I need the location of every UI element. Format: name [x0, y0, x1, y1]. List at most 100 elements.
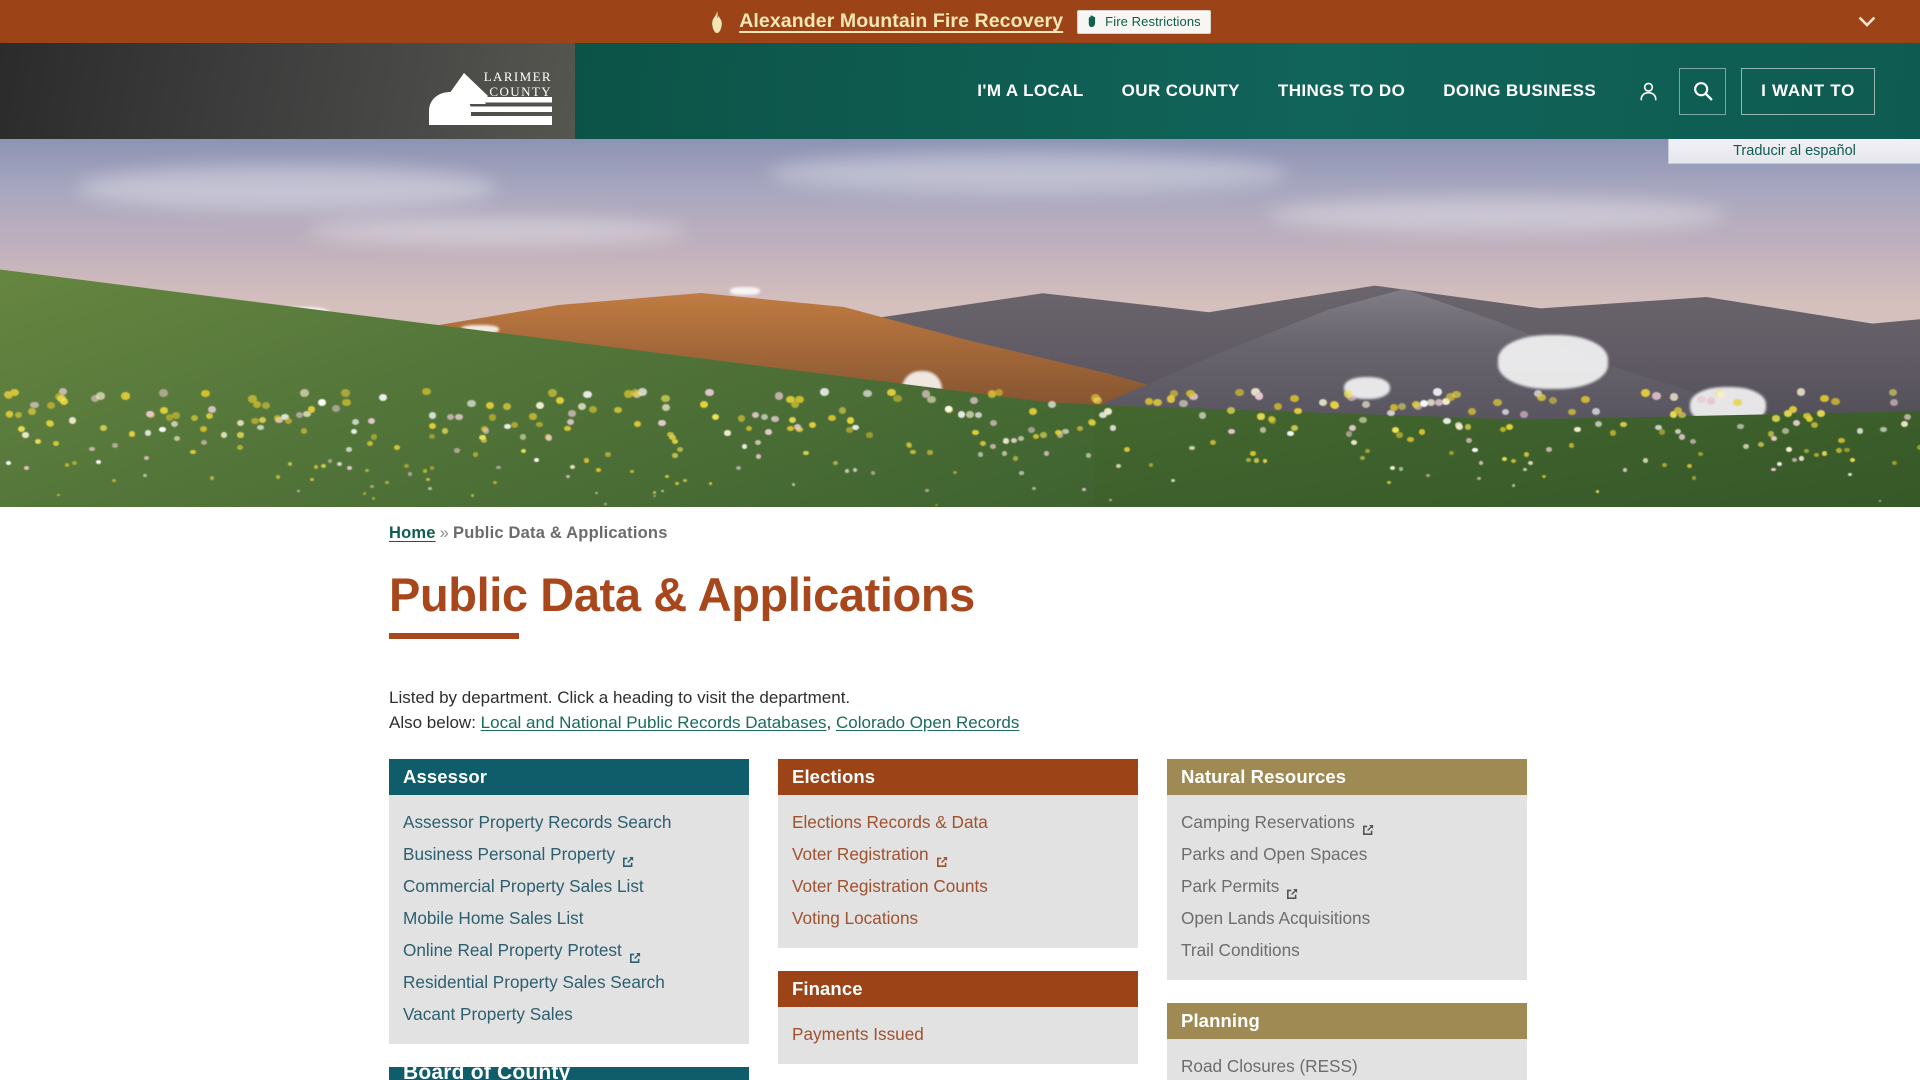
external-link-icon [1361, 815, 1375, 836]
wildflower [1643, 458, 1648, 463]
nav-item-our-county[interactable]: OUR COUNTY [1103, 81, 1259, 101]
wildflower [1234, 388, 1244, 397]
wildflower [172, 412, 180, 419]
card-link-vacant-property-sales[interactable]: Vacant Property Sales [403, 998, 735, 1030]
wildflower [89, 446, 95, 452]
wildflower [1227, 407, 1236, 414]
wildflower [1678, 411, 1686, 419]
wildflower [1032, 486, 1036, 490]
wildflower [1290, 394, 1299, 402]
wildflower [1287, 430, 1294, 437]
wildflower [1345, 431, 1353, 437]
wildflower [1786, 447, 1792, 452]
wildflower [482, 427, 490, 434]
card-link-elections-records-and-data[interactable]: Elections Records & Data [792, 806, 1124, 838]
wildflower [300, 389, 309, 397]
card-heading-assessor[interactable]: Assessor [389, 759, 749, 796]
wildflower [1179, 400, 1188, 407]
wildflower [158, 426, 166, 433]
wildflower [1771, 436, 1778, 442]
wildflower [511, 422, 519, 429]
card-link-mobile-home-sales-list[interactable]: Mobile Home Sales List [403, 902, 735, 934]
site-logo[interactable]: LARIMER COUNTY [402, 63, 552, 125]
wildflower [1254, 458, 1260, 463]
wildflower [370, 485, 374, 489]
translate-to-spanish-button[interactable]: Traducir al español [1668, 139, 1920, 164]
wildflower [190, 414, 199, 421]
card-link-residential-property-sales-search[interactable]: Residential Property Sales Search [403, 966, 735, 998]
wildflower [886, 388, 896, 397]
wildflower [1002, 451, 1008, 456]
wildflower [144, 430, 152, 436]
wildflower [863, 389, 873, 398]
user-account-icon[interactable] [1633, 69, 1663, 113]
card-link-commercial-property-sales-list[interactable]: Commercial Property Sales List [403, 870, 735, 902]
wildflower [1476, 476, 1481, 481]
nav-item-im-a-local[interactable]: I'M A LOCAL [958, 81, 1102, 101]
fire-restrictions-badge[interactable]: Fire Restrictions [1077, 9, 1211, 34]
card-link-online-real-property-protest[interactable]: Online Real Property Protest [403, 934, 735, 966]
wildflower [428, 433, 435, 439]
card-link-payments-issued[interactable]: Payments Issued [792, 1018, 1124, 1050]
card-column-1: Assessor Assessor Property Records Search… [389, 759, 749, 1080]
card-heading-natural-resources[interactable]: Natural Resources [1167, 759, 1527, 796]
card-link-label: Residential Property Sales Search [403, 972, 665, 993]
card-link-assessor-property-records-search[interactable]: Assessor Property Records Search [403, 806, 735, 838]
wildflower [1831, 398, 1840, 406]
breadcrumb-home-link[interactable]: Home [389, 524, 436, 542]
link-public-records-databases[interactable]: Local and National Public Records Databa… [481, 713, 827, 732]
wildflower [99, 425, 107, 432]
wildflower [1581, 395, 1590, 404]
card-heading-elections[interactable]: Elections [778, 759, 1138, 796]
card-link-open-lands-acquisitions[interactable]: Open Lands Acquisitions [1181, 902, 1513, 934]
card-link-trail-conditions[interactable]: Trail Conditions [1181, 934, 1513, 966]
card-heading-finance[interactable]: Finance [778, 971, 1138, 1008]
wildflower [321, 463, 327, 468]
card-link-voter-registration-counts[interactable]: Voter Registration Counts [792, 870, 1124, 902]
card-link-voter-registration[interactable]: Voter Registration [792, 838, 1124, 870]
wildflower [1396, 432, 1403, 438]
wildflower [146, 410, 154, 418]
card-link-park-permits[interactable]: Park Permits [1181, 870, 1513, 902]
card-heading-planning[interactable]: Planning [1167, 1003, 1527, 1040]
wildflower [761, 413, 769, 420]
wildflower [604, 503, 607, 506]
card-link-parks-and-open-spaces[interactable]: Parks and Open Spaces [1181, 838, 1513, 870]
wildflower [1443, 418, 1451, 425]
wildflower [310, 477, 314, 481]
search-button[interactable] [1679, 67, 1727, 115]
hero-banner-image [0, 139, 1920, 507]
wildflower [1856, 428, 1864, 435]
alert-link[interactable]: Alexander Mountain Fire Recovery [739, 10, 1063, 33]
wildflower [201, 389, 211, 398]
wildflower [969, 397, 979, 405]
external-link-icon [621, 847, 635, 868]
card-link-voting-locations[interactable]: Voting Locations [792, 902, 1124, 934]
wildflower [1262, 458, 1268, 463]
wildflower [313, 465, 319, 470]
hero-cloud [768, 153, 1288, 193]
wildflower [1524, 452, 1530, 457]
nav-item-things-to-do[interactable]: THINGS TO DO [1259, 81, 1424, 101]
wildflower [803, 450, 809, 456]
nav-item-doing-business[interactable]: DOING BUSINESS [1424, 81, 1615, 101]
wildflower [1123, 447, 1130, 452]
card-link-label: Park Permits [1181, 876, 1280, 897]
department-card-assessor: Assessor Assessor Property Records Search… [389, 759, 749, 1045]
chevron-down-icon[interactable] [1852, 7, 1882, 37]
wildflower [1171, 478, 1175, 482]
link-colorado-open-records[interactable]: Colorado Open Records [836, 713, 1019, 732]
card-link-label: Voting Locations [792, 908, 919, 929]
wildflower [1661, 463, 1667, 468]
wildflower [1847, 472, 1852, 477]
card-link-camping-reservations[interactable]: Camping Reservations [1181, 806, 1513, 838]
wildflower [1227, 428, 1235, 435]
card-link-road-closures-ress[interactable]: Road Closures (RESS) [1181, 1050, 1513, 1080]
wildflower [1407, 437, 1414, 443]
department-card-planning: PlanningRoad Closures (RESS)Land Informa… [1167, 1003, 1527, 1080]
wildflower [1446, 393, 1455, 401]
wildflower [69, 417, 77, 424]
card-heading-board-of-county-commissioners[interactable]: Board of County Commissioners [389, 1061, 749, 1080]
i-want-to-button[interactable]: I WANT TO [1741, 67, 1875, 115]
card-link-business-personal-property[interactable]: Business Personal Property [403, 838, 735, 870]
